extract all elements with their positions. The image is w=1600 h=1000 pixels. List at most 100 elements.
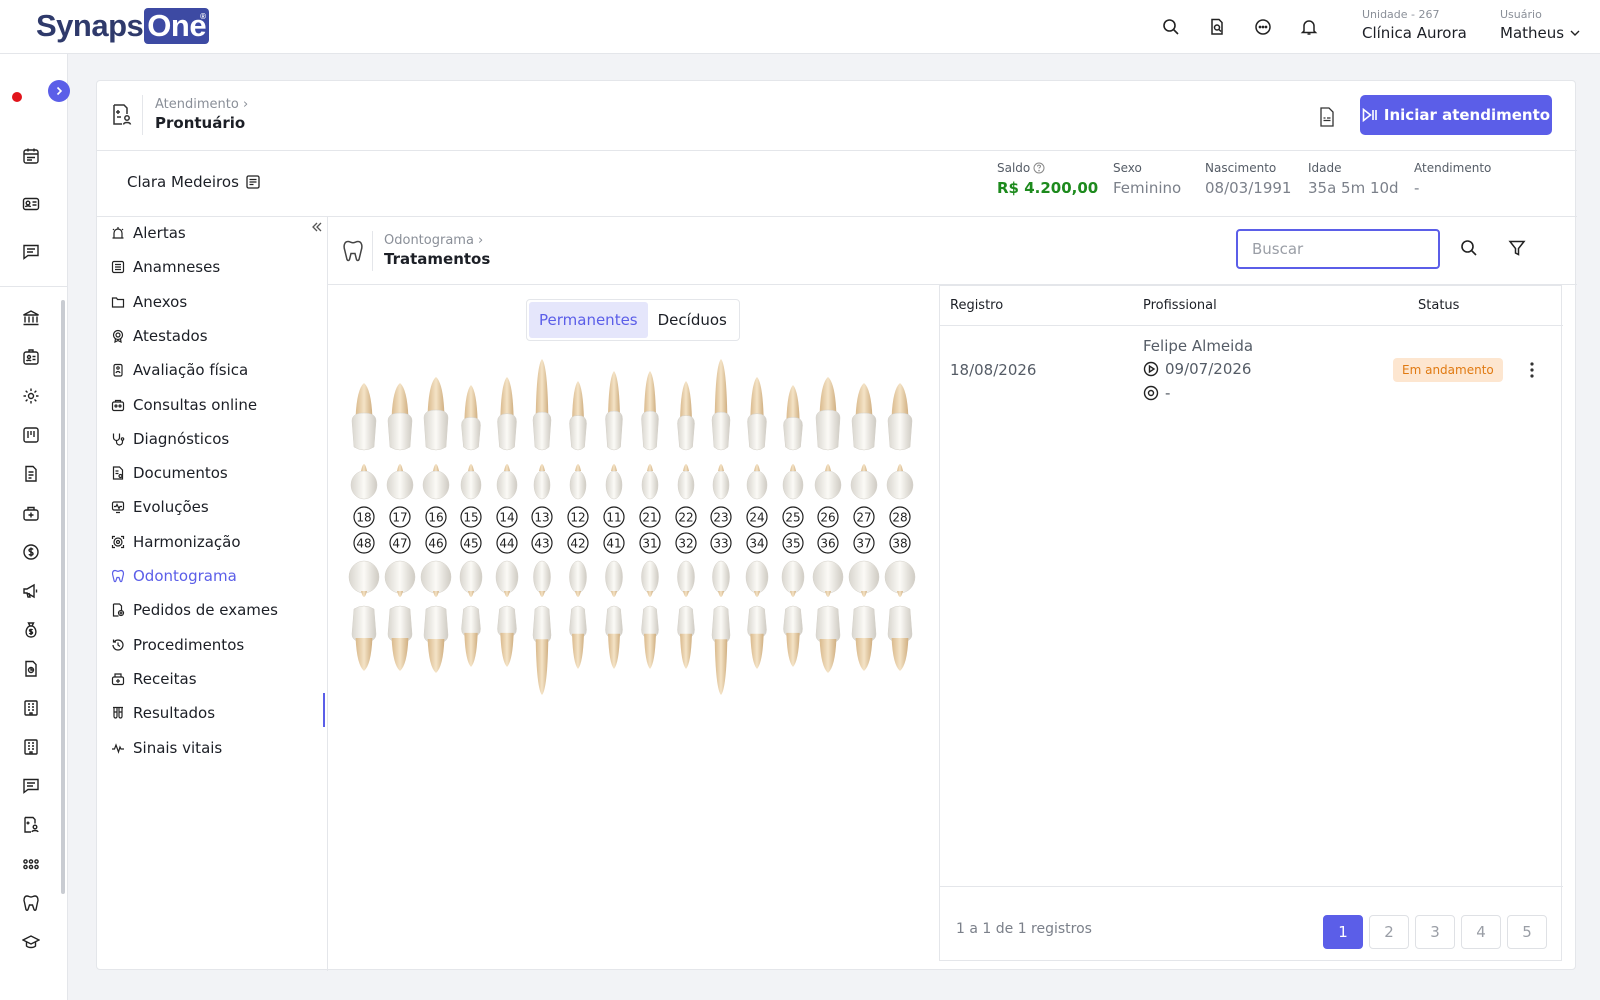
tooth-lower-47[interactable] [387,605,413,671]
start-attendance-button[interactable]: Iniciar atendimento [1360,95,1552,135]
medical-box-icon[interactable] [20,502,42,524]
tooth-upper-21[interactable] [641,371,659,451]
tooth-number-13[interactable]: 13 [531,506,553,528]
tooth-number-26[interactable]: 26 [817,506,839,528]
tooth-upper-occlusal-15[interactable] [460,464,482,500]
sidebar-item-resultados[interactable]: Resultados [111,701,215,725]
tooth-upper-26[interactable] [815,377,841,451]
tooth-lower-occlusal-46[interactable] [420,560,452,597]
sidebar-item-diagnosticos[interactable]: Diagnósticos [111,427,229,451]
rail-scrollbar[interactable] [61,300,65,894]
tooth-number-24[interactable]: 24 [746,506,768,528]
tooth-number-15[interactable]: 15 [460,506,482,528]
sidebar-item-harmonizacao[interactable]: Harmonização [111,530,241,554]
page-4[interactable]: 4 [1461,915,1501,949]
tooth-lower-occlusal-44[interactable] [495,560,519,597]
tooth-number-43[interactable]: 43 [531,532,553,554]
sidebar-item-receitas[interactable]: Receitas [111,667,197,691]
tooth-upper-occlusal-25[interactable] [782,464,804,500]
tooth-upper-11[interactable] [605,371,623,451]
tooth-number-12[interactable]: 12 [567,506,589,528]
sidebar-item-odontograma[interactable]: Odontograma [111,564,237,588]
tooth-upper-25[interactable] [783,385,803,451]
apps-grid-icon[interactable] [20,853,42,875]
tooth-lower-occlusal-34[interactable] [745,560,769,597]
tooth-number-11[interactable]: 11 [603,506,625,528]
tooth-upper-occlusal-27[interactable] [850,464,878,500]
page-1[interactable]: 1 [1323,915,1363,949]
calendar-icon[interactable] [20,145,42,167]
tooth-number-36[interactable]: 36 [817,532,839,554]
tooth-lower-occlusal-33[interactable] [712,560,730,597]
sidebar-item-pedidos-de-exames[interactable]: Pedidos de exames [111,598,278,622]
search-icon[interactable] [1160,16,1182,38]
tooth-lower-occlusal-38[interactable] [884,560,916,597]
tooth-number-28[interactable]: 28 [889,506,911,528]
tooth-upper-14[interactable] [497,377,517,451]
tooth-lower-occlusal-47[interactable] [384,560,416,597]
tooth-lower-occlusal-35[interactable] [781,560,805,597]
tooth-icon[interactable] [20,892,42,914]
tooth-number-35[interactable]: 35 [782,532,804,554]
help-icon[interactable] [1033,162,1045,174]
tooth-upper-15[interactable] [461,385,481,451]
graduation-cap-icon[interactable] [20,931,42,953]
page-3[interactable]: 3 [1415,915,1455,949]
tooth-lower-occlusal-48[interactable] [348,560,380,597]
id-card-icon[interactable] [20,193,42,215]
tooth-lower-36[interactable] [815,605,841,673]
tooth-number-16[interactable]: 16 [425,506,447,528]
sidebar-item-procedimentos[interactable]: Procedimentos [111,633,244,657]
chat-icon[interactable] [1252,16,1274,38]
tooth-upper-16[interactable] [423,377,449,451]
tooth-number-25[interactable]: 25 [782,506,804,528]
tooth-lower-occlusal-37[interactable] [848,560,880,597]
tooth-number-21[interactable]: 21 [639,506,661,528]
sidebar-item-atestados[interactable]: Atestados [111,324,208,348]
tooth-number-38[interactable]: 38 [889,532,911,554]
more-options-icon[interactable] [1530,362,1534,378]
sidebar-item-sinais-vitais[interactable]: Sinais vitais [111,736,222,760]
document-search-icon[interactable] [1206,16,1228,38]
tooth-upper-occlusal-16[interactable] [422,464,450,500]
tooth-lower-38[interactable] [887,605,913,671]
page-5[interactable]: 5 [1507,915,1547,949]
tooth-upper-24[interactable] [747,377,767,451]
tooth-number-45[interactable]: 45 [460,532,482,554]
tooth-lower-31[interactable] [641,605,659,669]
tooth-lower-occlusal-42[interactable] [569,560,587,597]
pdf-icon[interactable] [1319,107,1335,127]
tooth-upper-occlusal-17[interactable] [386,464,414,500]
tooth-number-22[interactable]: 22 [675,506,697,528]
notes-icon[interactable] [245,174,261,190]
tooth-lower-43[interactable] [532,605,552,695]
sidebar-item-anexos[interactable]: Anexos [111,290,187,314]
tooth-number-33[interactable]: 33 [710,532,732,554]
tooth-upper-occlusal-11[interactable] [605,464,623,500]
tooth-lower-35[interactable] [783,605,803,667]
tooth-upper-occlusal-28[interactable] [886,464,914,500]
tooth-lower-37[interactable] [851,605,877,671]
patient-record-icon[interactable] [20,814,42,836]
search-icon[interactable] [1460,239,1478,257]
tooth-lower-occlusal-32[interactable] [677,560,695,597]
page-2[interactable]: 2 [1369,915,1409,949]
tooth-upper-12[interactable] [569,381,587,451]
tooth-number-18[interactable]: 18 [353,506,375,528]
column-status[interactable]: Status [1418,298,1459,313]
tooth-number-46[interactable]: 46 [425,532,447,554]
user-menu[interactable]: Usuário Matheus [1500,8,1580,42]
tooth-number-27[interactable]: 27 [853,506,875,528]
tooth-upper-occlusal-24[interactable] [746,464,768,500]
message-icon[interactable] [20,241,42,263]
sidebar-item-avaliacao-fisica[interactable]: Avaliação física [111,358,248,382]
bank-icon[interactable] [20,307,42,329]
tooth-number-47[interactable]: 47 [389,532,411,554]
sidebar-item-anamneses[interactable]: Anamneses [111,255,220,279]
sidebar-item-evolucoes[interactable]: Evoluções [111,495,209,519]
tooth-number-31[interactable]: 31 [639,532,661,554]
tooth-upper-occlusal-12[interactable] [569,464,587,500]
tooth-number-37[interactable]: 37 [853,532,875,554]
brand-logo[interactable]: Synaps One ® [36,8,214,44]
tooth-number-42[interactable]: 42 [567,532,589,554]
